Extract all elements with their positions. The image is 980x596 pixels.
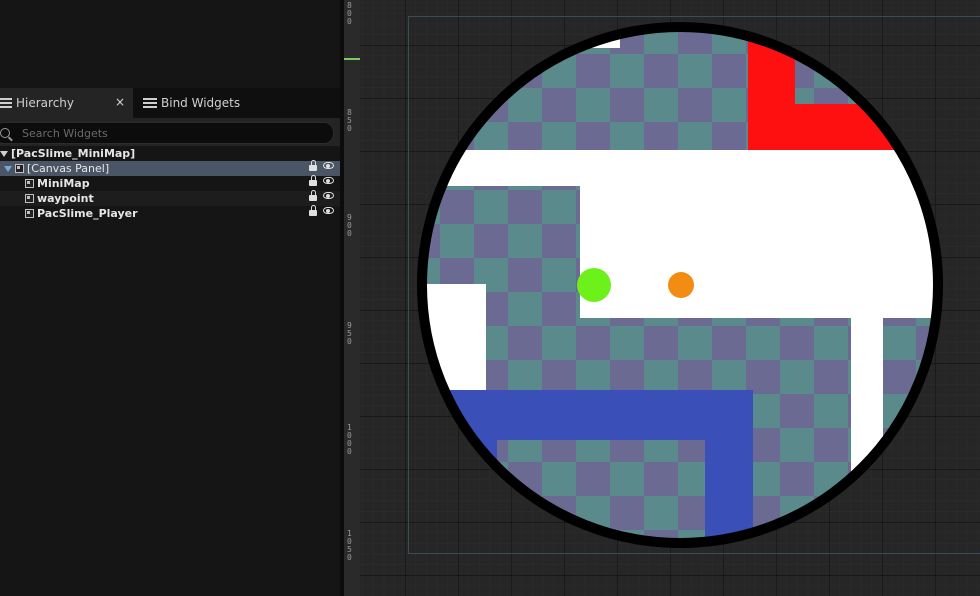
image-widget-icon [25,179,34,188]
tab-hierarchy-label: Hierarchy [16,96,75,110]
tree-item-label: PacSlime_Player [37,207,138,220]
row-controls [309,189,334,201]
tree-item-root[interactable]: [PacSlime_MiniMap] [0,146,340,161]
tree-item-label: [PacSlime_MiniMap] [11,147,136,160]
widget-tree: [PacSlime_MiniMap] [Canvas Panel] MiniMa… [0,146,340,221]
search-row [0,118,340,146]
chevron-down-icon[interactable] [0,150,8,157]
tree-item-pacslime-player[interactable]: PacSlime_Player [0,204,340,221]
row-controls [309,204,334,216]
tree-item-label: MiniMap [37,177,90,190]
pacslime-player-dot[interactable] [577,268,611,302]
tree-item-minimap[interactable]: MiniMap [0,174,340,191]
canvas-panel-icon [15,164,24,173]
search-input[interactable] [20,125,304,141]
tab-bind-widgets-label: Bind Widgets [161,96,241,110]
image-widget-icon [25,194,34,203]
chevron-down-icon[interactable] [4,165,12,172]
lock-icon[interactable] [309,174,317,186]
search-box[interactable] [0,122,334,144]
waypoint-dot[interactable] [668,272,694,298]
eye-icon[interactable] [323,207,334,214]
image-widget-icon [25,209,34,218]
lock-icon[interactable] [309,159,317,171]
tree-item-label: [Canvas Panel] [27,162,110,175]
tree-item-label: waypoint [37,192,94,205]
eye-icon[interactable] [323,177,334,184]
hierarchy-panel: Hierarchy × Bind Widgets [PacSlime_MiniM… [0,0,340,596]
minimap-widget[interactable] [344,0,980,596]
close-icon[interactable]: × [115,95,125,109]
panel-tab-bar: Hierarchy × Bind Widgets [0,88,340,118]
designer-viewport[interactable]: 800 850 900 950 1000 1050 [344,0,980,596]
row-controls [309,174,334,186]
hierarchy-icon [0,98,12,108]
tree-item-waypoint[interactable]: waypoint [0,189,340,206]
search-icon [0,128,10,138]
lock-icon[interactable] [309,204,317,216]
eye-icon[interactable] [323,162,334,169]
tree-item-canvas-panel[interactable]: [Canvas Panel] [0,159,340,176]
lock-icon[interactable] [309,189,317,201]
bind-widgets-icon [143,98,157,108]
tab-bind-widgets[interactable]: Bind Widgets [137,88,287,118]
tab-hierarchy[interactable]: Hierarchy × [0,88,133,118]
row-controls [309,159,334,171]
eye-icon[interactable] [323,192,334,199]
